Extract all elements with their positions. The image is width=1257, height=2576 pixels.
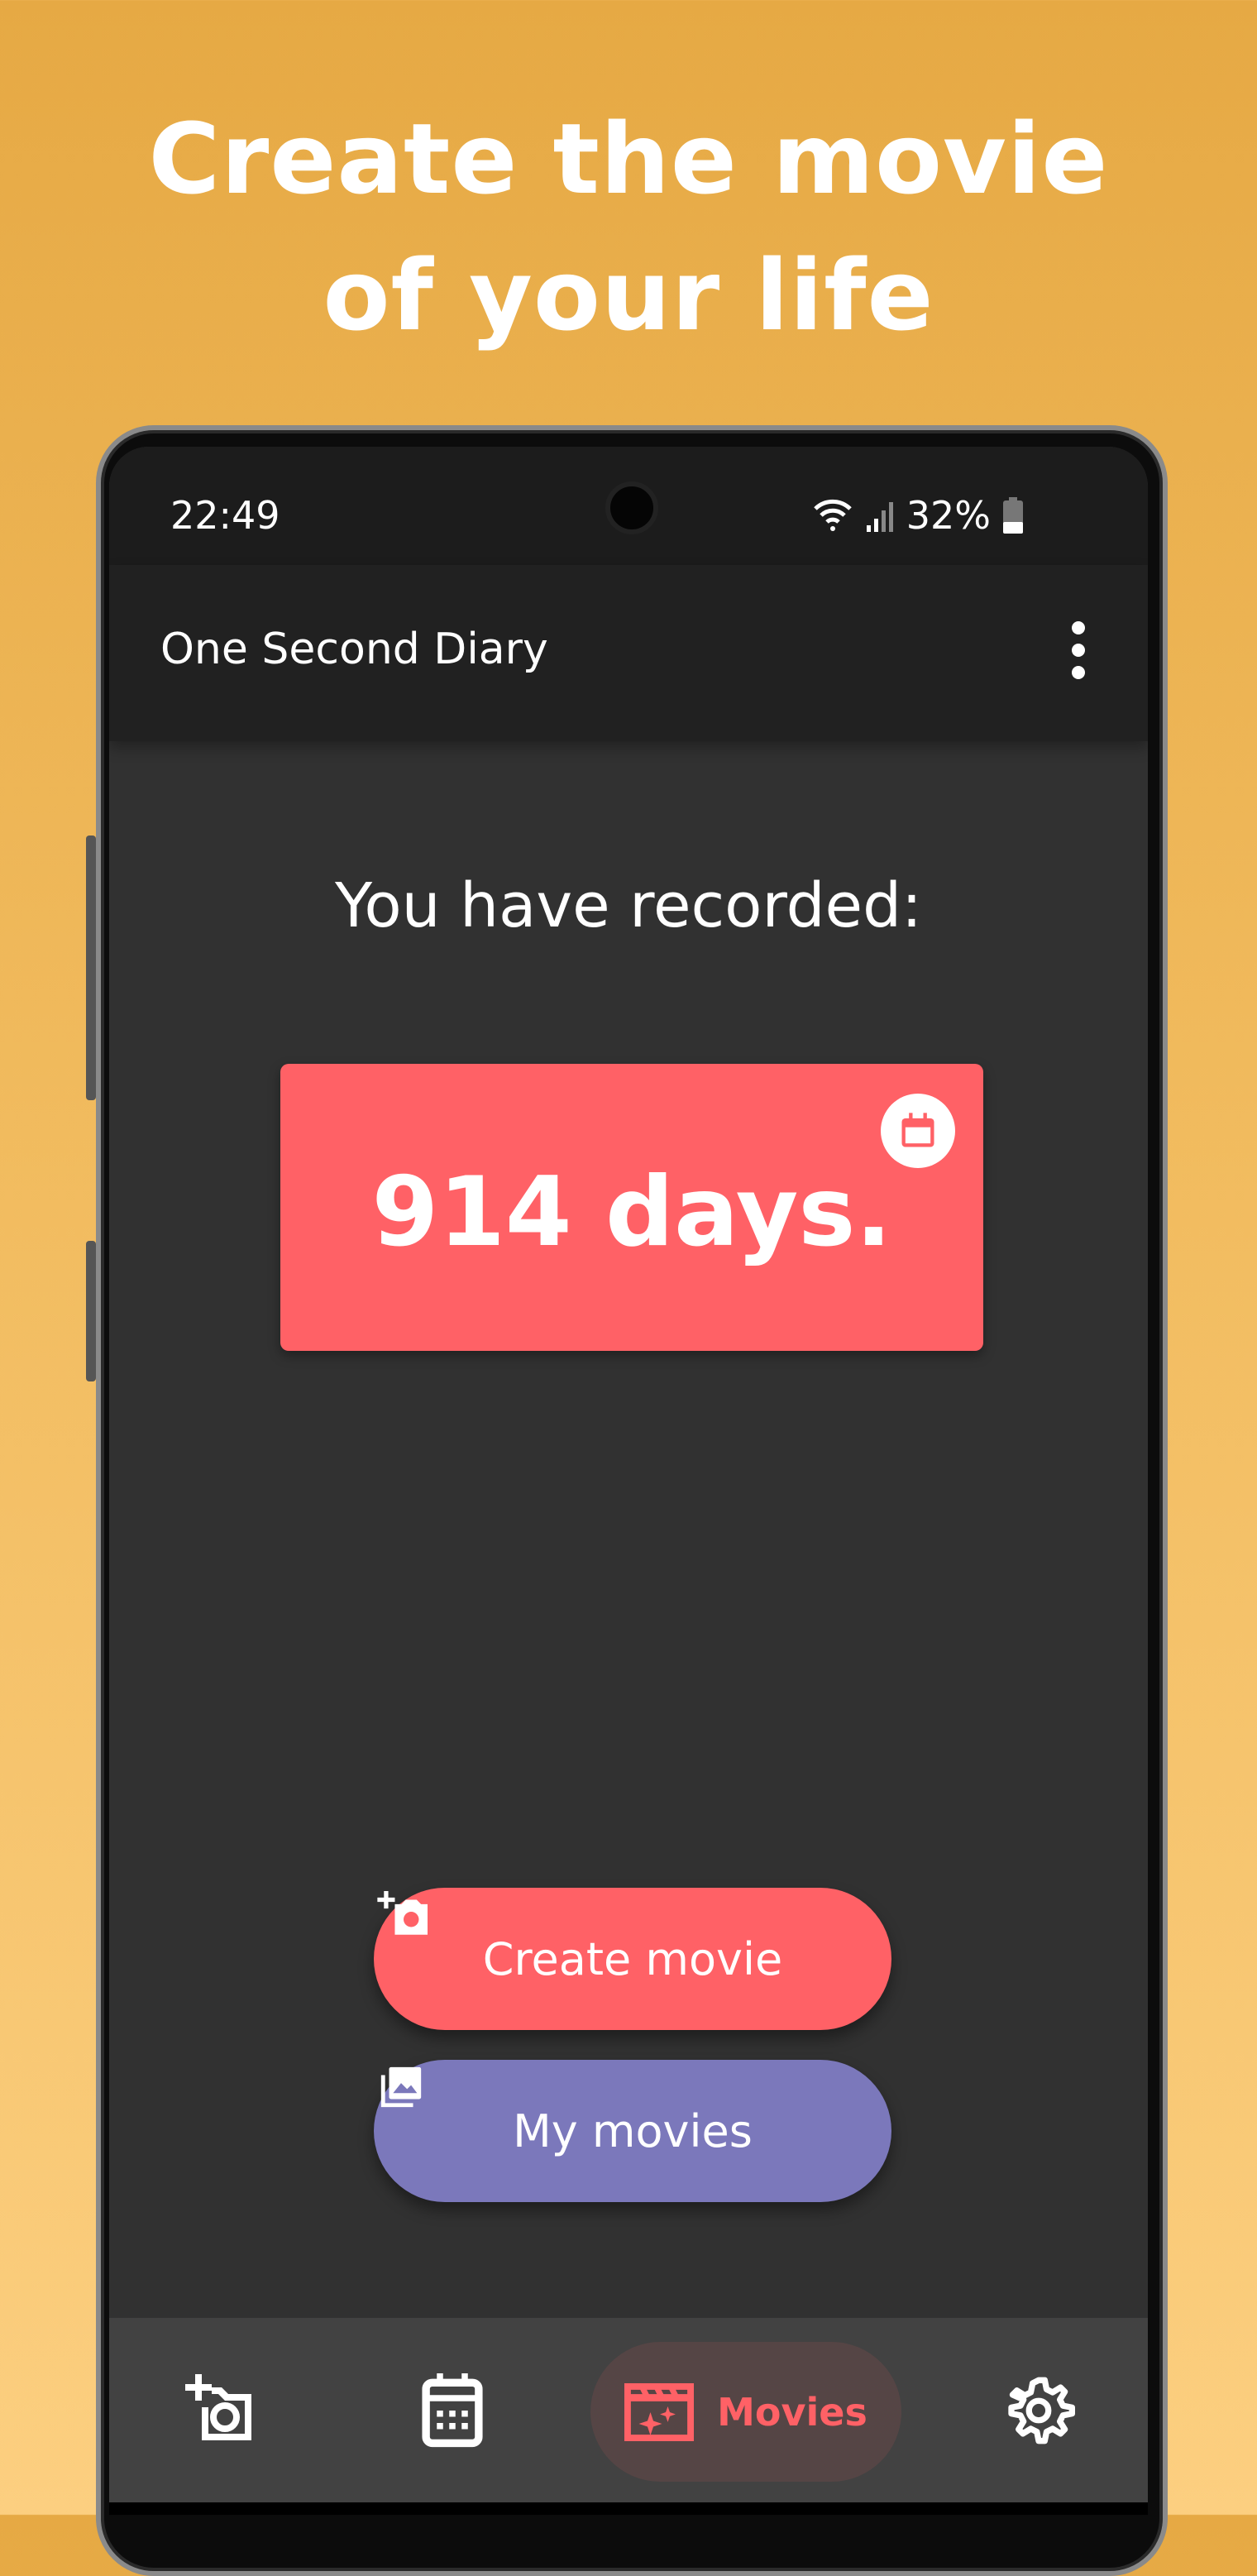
create-movie-button[interactable]: Create movie (374, 1888, 891, 2030)
calendar-icon (422, 2373, 483, 2447)
wifi-icon (814, 499, 852, 531)
more-vert-icon[interactable] (1068, 621, 1088, 679)
add-photo-icon (185, 2373, 251, 2440)
app-title: One Second Diary (160, 625, 548, 674)
days-card[interactable]: 914 days. (280, 1064, 983, 1351)
app-screen: 22:49 32% One Second Diary You have reco… (109, 447, 1148, 2515)
add-photo-icon (377, 1891, 428, 1935)
nav-movies-label: Movies (717, 2389, 867, 2435)
signal-icon (866, 502, 893, 532)
status-bar: 22:49 32% (109, 447, 1148, 565)
movie-icon (624, 2382, 695, 2441)
days-count: 914 days. (371, 1156, 892, 1268)
create-movie-label: Create movie (482, 1932, 783, 1985)
gesture-bar-area (109, 2502, 1148, 2515)
my-movies-label: My movies (513, 2104, 753, 2157)
bottom-navigation: Movies (109, 2318, 1148, 2502)
nav-item-movies[interactable]: Movies (590, 2342, 901, 2482)
battery-icon (1003, 497, 1023, 534)
nav-item-calendar[interactable] (403, 2318, 502, 2502)
my-movies-button[interactable]: My movies (374, 2060, 891, 2202)
phone-side-button (86, 836, 96, 1100)
settings-icon (1008, 2377, 1075, 2444)
recorded-label: You have recorded: (335, 870, 922, 941)
nav-item-settings[interactable] (989, 2318, 1088, 2502)
phone-side-button (86, 1241, 96, 1381)
headline-line-1: Create the movie (148, 102, 1109, 216)
nav-item-record[interactable] (175, 2318, 275, 2502)
calendar-icon[interactable] (881, 1094, 955, 1168)
battery-percent: 32% (906, 493, 991, 538)
headline-line-2: of your life (323, 238, 934, 352)
status-time: 22:49 (170, 493, 280, 538)
photo-library-icon (380, 2066, 422, 2108)
app-bar: One Second Diary (109, 565, 1148, 741)
front-camera (605, 481, 658, 534)
promo-headline: Create the movie of your life (0, 91, 1257, 364)
